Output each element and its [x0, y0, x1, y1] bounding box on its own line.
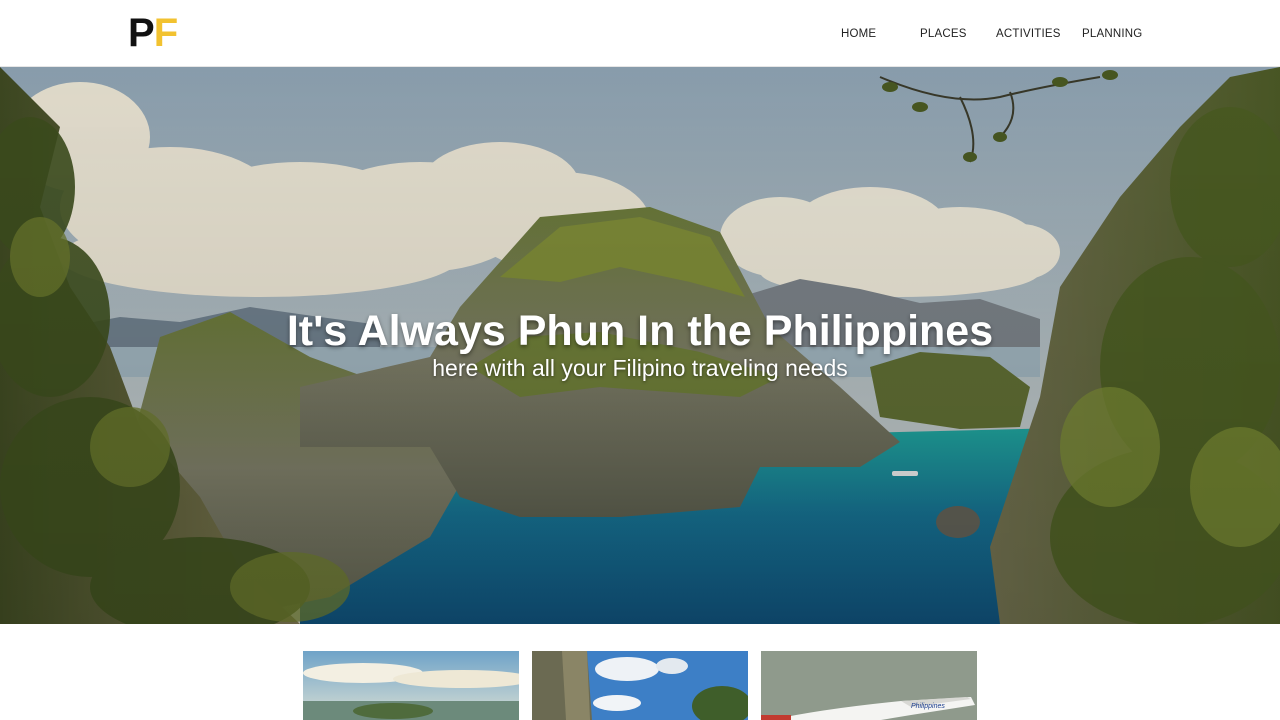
feature-cards: Philippines: [303, 651, 977, 720]
nav-places[interactable]: PLACES: [920, 25, 967, 43]
card-image-plane: Philippines: [761, 651, 977, 720]
site-header: PF HOME PLACES ACTIVITIES PLANNING: [0, 0, 1280, 67]
main-nav: HOME PLACES ACTIVITIES PLANNING: [820, 25, 1160, 43]
card-image-coastal: [303, 651, 519, 720]
card-image-island: [532, 651, 748, 720]
hero-banner: It's Always Phun In the Philippines here…: [0, 67, 1280, 624]
nav-planning[interactable]: PLANNING: [1082, 25, 1142, 43]
site-logo[interactable]: PF: [128, 11, 178, 55]
logo-letter-f: F: [153, 11, 178, 55]
card-airline[interactable]: Philippines: [761, 651, 977, 720]
plane-livery-text: Philippines: [911, 703, 945, 710]
card-coastal-landscape[interactable]: [303, 651, 519, 720]
hero-title: It's Always Phun In the Philippines: [286, 307, 994, 355]
nav-activities[interactable]: ACTIVITIES: [996, 25, 1061, 43]
logo-letter-p: P: [128, 11, 155, 55]
nav-home[interactable]: HOME: [841, 25, 876, 43]
card-island-rock[interactable]: [532, 651, 748, 720]
hero-subtitle: here with all your Filipino traveling ne…: [432, 355, 848, 381]
